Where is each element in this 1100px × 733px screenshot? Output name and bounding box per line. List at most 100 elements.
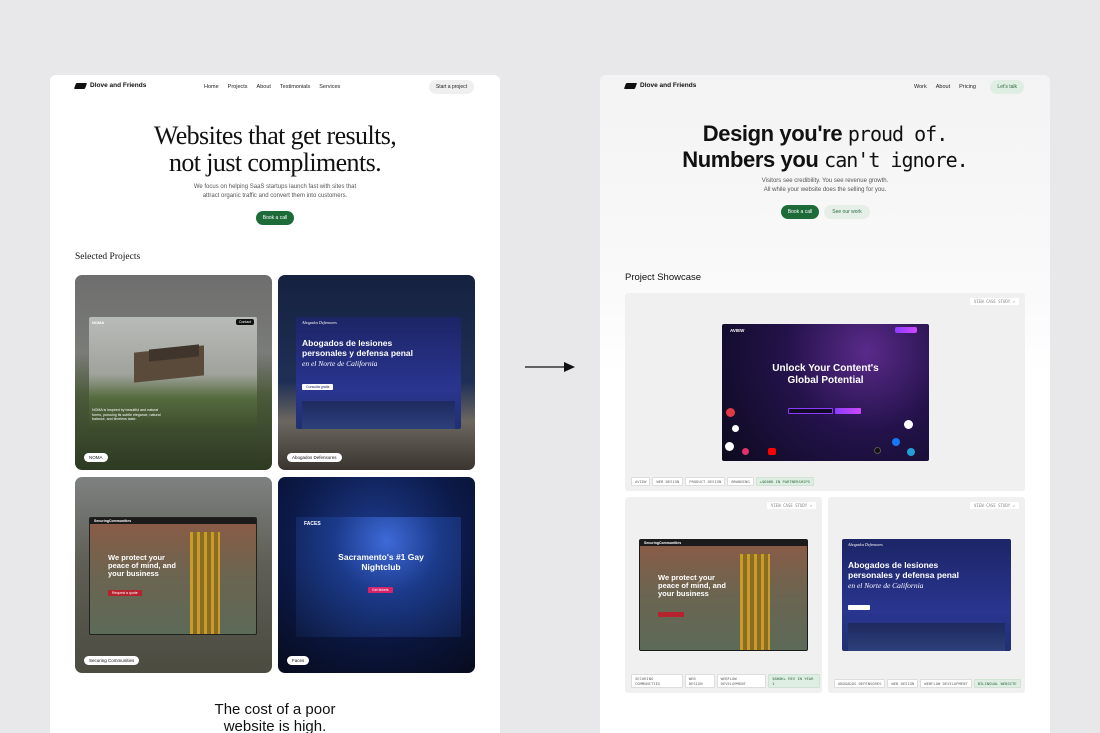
- abogados-card-title: Abogados de lesiones personales y defens…: [848, 560, 960, 580]
- selected-projects-heading: Selected Projects: [75, 252, 141, 262]
- abogados-image-block: [302, 401, 455, 429]
- left-nav-testimonials[interactable]: Testimonials: [280, 84, 310, 90]
- abogados-brand: Abogados Defensores: [302, 320, 337, 325]
- faces-title: Sacramento's #1 Gay Nightclub: [338, 552, 424, 572]
- start-project-button[interactable]: Start a project: [428, 80, 474, 94]
- left-book-call-button[interactable]: Book a call: [256, 211, 294, 225]
- featured-view-case-study[interactable]: VIEW CASE STUDY ↗: [970, 298, 1019, 305]
- before-website-panel: Dlove and Friends Home Projects About Te…: [50, 75, 500, 733]
- aview-social-icon: [742, 448, 749, 455]
- left-logo[interactable]: Dlove and Friends: [73, 82, 147, 89]
- right-hero-line-1: Design you're proud of.: [600, 121, 1050, 147]
- right-nav-about[interactable]: About: [936, 84, 950, 90]
- see-work-button[interactable]: See our work: [824, 205, 870, 219]
- aview-cta: [835, 408, 861, 414]
- abogados-italic: en el Norte de California: [302, 359, 378, 368]
- left-nav-projects[interactable]: Projects: [228, 84, 248, 90]
- right-nav-work[interactable]: Work: [914, 84, 927, 90]
- left-bottom-line-2: website is high.: [223, 718, 327, 733]
- noma-brand: NOMA: [92, 320, 105, 325]
- faces-screenshot: FACES Sacramento's #1 Gay Nightclub Get …: [296, 517, 461, 637]
- securing-card-tower-shape: [740, 554, 770, 650]
- left-nav-about[interactable]: About: [257, 84, 271, 90]
- right-hero-title: Design you're proud of. Numbers you can'…: [600, 121, 1050, 173]
- securing-view-case-study[interactable]: VIEW CASE STUDY ↗: [767, 502, 816, 509]
- project-tile-noma[interactable]: NOMA Contact NOMA is inspired by beautif…: [75, 275, 272, 470]
- right-hero-2-mono: can't ignore.: [824, 148, 969, 172]
- left-nav-home[interactable]: Home: [204, 84, 219, 90]
- left-brand-name: Dlove and Friends: [90, 82, 147, 89]
- abogados-title: Abogados de lesiones personales y defens…: [302, 338, 414, 358]
- abogados-view-case-study[interactable]: VIEW CASE STUDY ↗: [970, 502, 1019, 509]
- securing-card-brand: SecuringCommunities: [644, 541, 682, 545]
- abogados-tags: ABOGADOS DEFENSORES WEB DESIGN WEBFLOW D…: [834, 679, 1023, 688]
- abogados-cta: Consulta gratis: [302, 384, 334, 390]
- right-hero-subtitle: Visitors see credibility. You see revenu…: [600, 177, 1050, 195]
- left-hero-subtitle: We focus on helping SaaS startups launch…: [50, 183, 500, 201]
- left-sub-line-2: attract organic traffic and convert them…: [202, 193, 348, 199]
- abogados-card-italic: en el Norte de California: [848, 581, 924, 590]
- tag-securing: Securing Communities: [84, 656, 140, 665]
- abogados-card-brand: Abogados Defensores: [848, 542, 883, 547]
- lets-talk-button[interactable]: Let's talk: [990, 80, 1024, 94]
- abogados-tag: WEB DESIGN: [887, 679, 919, 688]
- after-website-panel: Dlove and Friends Work About Pricing Let…: [600, 75, 1050, 733]
- faces-brand: FACES: [304, 521, 321, 527]
- featured-tags: AVIEW WEB DESIGN PRODUCT DESIGN BRANDING…: [631, 477, 816, 486]
- featured-tag: AVIEW: [631, 477, 651, 486]
- abogados-screenshot: Abogados Defensores Abogados de lesiones…: [296, 317, 461, 429]
- right-hero-line-2: Numbers you can't ignore.: [600, 147, 1050, 173]
- right-nav-pricing[interactable]: Pricing: [959, 84, 976, 90]
- right-logo[interactable]: Dlove and Friends: [623, 82, 697, 89]
- right-hero-2-bold: Numbers you: [682, 147, 819, 172]
- project-tile-abogados[interactable]: Abogados Defensores Abogados de lesiones…: [278, 275, 475, 470]
- securing-tag: WEB DESIGN: [684, 674, 715, 688]
- featured-project-card[interactable]: VIEW CASE STUDY ↗ AVIEW Unlock Your Cont…: [625, 293, 1025, 491]
- right-book-call-button[interactable]: Book a call: [781, 205, 819, 219]
- aview-input: [788, 408, 833, 414]
- abogados-tag: WEBFLOW DEVELOPMENT: [920, 679, 972, 688]
- project-tile-securing[interactable]: SecuringCommunities We protect your peac…: [75, 477, 272, 673]
- left-bottom-heading: The cost of a poor website is high.: [50, 701, 500, 733]
- right-navbar: Dlove and Friends Work About Pricing Let…: [600, 75, 1050, 99]
- right-sub-line-2: All while your website does the selling …: [763, 187, 887, 193]
- aview-social-icon: [725, 442, 734, 451]
- abogados-project-card[interactable]: VIEW CASE STUDY ↗ Abogados Defensores Ab…: [828, 497, 1025, 693]
- securing-tower-shape: [190, 532, 220, 634]
- right-sub-line-1: Visitors see credibility. You see revenu…: [761, 178, 889, 184]
- aview-social-icon: [874, 447, 881, 454]
- tag-faces: Faces: [287, 656, 310, 665]
- securing-card-title: We protect your peace of mind, and your …: [658, 573, 726, 598]
- abogados-card-cta: [848, 605, 870, 610]
- aview-social-icon: [904, 420, 913, 429]
- logo-mark-icon: [73, 82, 88, 89]
- right-hero-1-mono: proud of.: [847, 122, 948, 146]
- featured-result-tag: +$600K IN PARTNERSHIPS: [755, 477, 814, 486]
- abogados-card-image-block: [848, 623, 1005, 651]
- aview-social-icon: [768, 448, 776, 455]
- aview-social-icon: [892, 438, 900, 446]
- securing-title: We protect your peace of mind, and your …: [108, 553, 176, 578]
- securing-tags: SECURING COMMUNITIES WEB DESIGN WEBFLOW …: [631, 674, 822, 688]
- featured-tag: PRODUCT DESIGN: [685, 477, 726, 486]
- aview-headline: Unlock Your Content's Global Potential: [722, 363, 929, 386]
- left-sub-line-1: We focus on helping SaaS startups launch…: [193, 184, 357, 190]
- right-brand-name: Dlove and Friends: [640, 82, 697, 89]
- aview-screenshot: AVIEW Unlock Your Content's Global Poten…: [722, 324, 929, 461]
- securing-brand: SecuringCommunities: [94, 519, 132, 523]
- left-nav-services[interactable]: Services: [319, 84, 340, 90]
- securing-tag: SECURING COMMUNITIES: [631, 674, 683, 688]
- securing-card-cta: [658, 612, 684, 617]
- securing-project-card[interactable]: VIEW CASE STUDY ↗ SecuringCommunities We…: [625, 497, 822, 693]
- left-hero-title: Websites that get results, not just comp…: [50, 122, 500, 176]
- securing-screenshot: SecuringCommunities We protect your peac…: [89, 517, 257, 635]
- left-navbar: Dlove and Friends Home Projects About Te…: [50, 75, 500, 99]
- right-nav-links: Work About Pricing: [914, 84, 976, 90]
- aview-social-icon: [726, 408, 735, 417]
- faces-cta: Get tickets: [368, 587, 393, 593]
- abogados-tag: ABOGADOS DEFENSORES: [834, 679, 886, 688]
- securing-tag: WEBFLOW DEVELOPMENT: [716, 674, 767, 688]
- aview-social-icon: [907, 448, 915, 456]
- tag-abogados: Abogados Defensores: [287, 453, 342, 462]
- project-tile-faces[interactable]: FACES Sacramento's #1 Gay Nightclub Get …: [278, 477, 475, 673]
